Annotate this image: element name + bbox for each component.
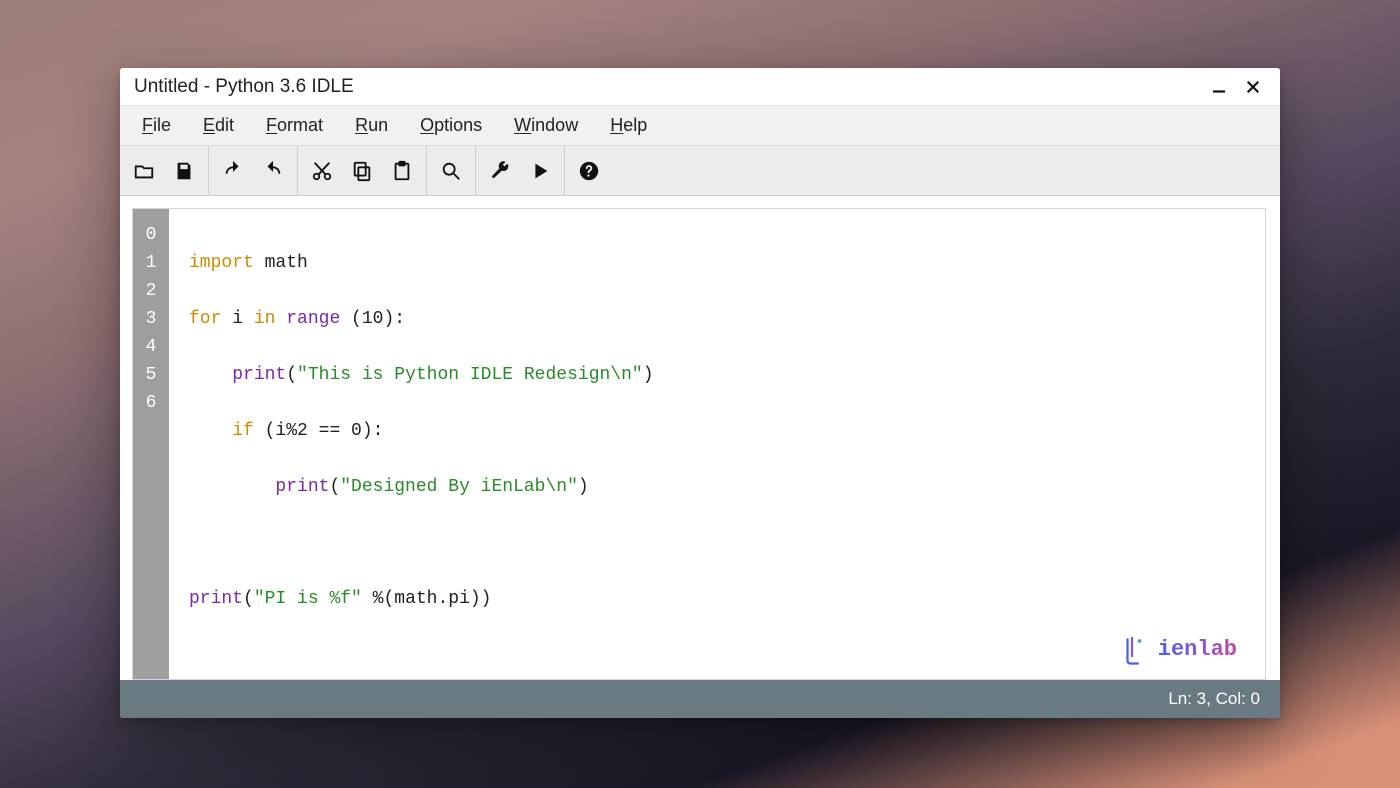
- menu-run[interactable]: Run: [339, 109, 404, 142]
- cut-button[interactable]: [302, 151, 342, 191]
- line-number: 6: [133, 389, 169, 417]
- redo-icon: [262, 160, 284, 182]
- code-line: [189, 529, 1265, 557]
- run-button[interactable]: [520, 151, 560, 191]
- code-line: if (i%2 == 0):: [189, 417, 1265, 445]
- menu-options[interactable]: Options: [404, 109, 498, 142]
- help-button[interactable]: [569, 151, 609, 191]
- code-line: print("PI is %f" %(math.pi)): [189, 585, 1265, 613]
- toolbar: [120, 146, 1280, 196]
- code-area[interactable]: import math for i in range (10): print("…: [169, 209, 1265, 679]
- copy-icon: [351, 160, 373, 182]
- line-number: 3: [133, 305, 169, 333]
- status-bar: Ln: 3, Col: 0: [120, 680, 1280, 718]
- menu-help[interactable]: Help: [594, 109, 663, 142]
- play-icon: [529, 160, 551, 182]
- save-button[interactable]: [164, 151, 204, 191]
- menu-file[interactable]: File: [126, 109, 187, 142]
- copy-button[interactable]: [342, 151, 382, 191]
- app-window: Untitled - Python 3.6 IDLE File Edit For…: [120, 68, 1280, 718]
- close-button[interactable]: [1236, 72, 1270, 102]
- wrench-icon: [489, 160, 511, 182]
- line-gutter: 0 1 2 3 4 5 6: [133, 209, 169, 679]
- title-bar[interactable]: Untitled - Python 3.6 IDLE: [120, 68, 1280, 106]
- paste-icon: [391, 160, 413, 182]
- tool-group-clipboard: [298, 146, 427, 195]
- code-line: for i in range (10):: [189, 305, 1265, 333]
- tool-group-search: [427, 146, 476, 195]
- close-icon: [1244, 78, 1262, 96]
- folder-open-icon: [133, 160, 155, 182]
- minimize-button[interactable]: [1202, 72, 1236, 102]
- line-number: 4: [133, 333, 169, 361]
- code-line: print("This is Python IDLE Redesign\n"): [189, 361, 1265, 389]
- settings-button[interactable]: [480, 151, 520, 191]
- watermark-text: ienlab: [1158, 636, 1237, 664]
- watermark-logo: ienlab: [1120, 635, 1237, 665]
- save-icon: [173, 160, 195, 182]
- line-number: 0: [133, 221, 169, 249]
- cut-icon: [311, 160, 333, 182]
- tool-group-help: [565, 146, 613, 195]
- line-number: 5: [133, 361, 169, 389]
- code-line: print("Designed By iEnLab\n"): [189, 473, 1265, 501]
- menu-edit[interactable]: Edit: [187, 109, 250, 142]
- code-line: import math: [189, 249, 1265, 277]
- ienlab-logo-icon: [1120, 635, 1150, 665]
- line-number: 1: [133, 249, 169, 277]
- help-icon: [578, 160, 600, 182]
- paste-button[interactable]: [382, 151, 422, 191]
- tool-group-undo: [209, 146, 298, 195]
- search-button[interactable]: [431, 151, 471, 191]
- line-number: 2: [133, 277, 169, 305]
- tool-group-run: [476, 146, 565, 195]
- code-editor[interactable]: 0 1 2 3 4 5 6 import math for i in range…: [132, 208, 1266, 680]
- cursor-position: Ln: 3, Col: 0: [1168, 689, 1260, 709]
- redo-button[interactable]: [253, 151, 293, 191]
- menu-bar: File Edit Format Run Options Window Help: [120, 106, 1280, 146]
- menu-window[interactable]: Window: [498, 109, 594, 142]
- editor-container: 0 1 2 3 4 5 6 import math for i in range…: [120, 196, 1280, 680]
- open-button[interactable]: [124, 151, 164, 191]
- tool-group-file: [120, 146, 209, 195]
- undo-icon: [222, 160, 244, 182]
- minimize-icon: [1210, 78, 1228, 96]
- window-title: Untitled - Python 3.6 IDLE: [134, 76, 1202, 98]
- menu-format[interactable]: Format: [250, 109, 339, 142]
- search-icon: [440, 160, 462, 182]
- undo-button[interactable]: [213, 151, 253, 191]
